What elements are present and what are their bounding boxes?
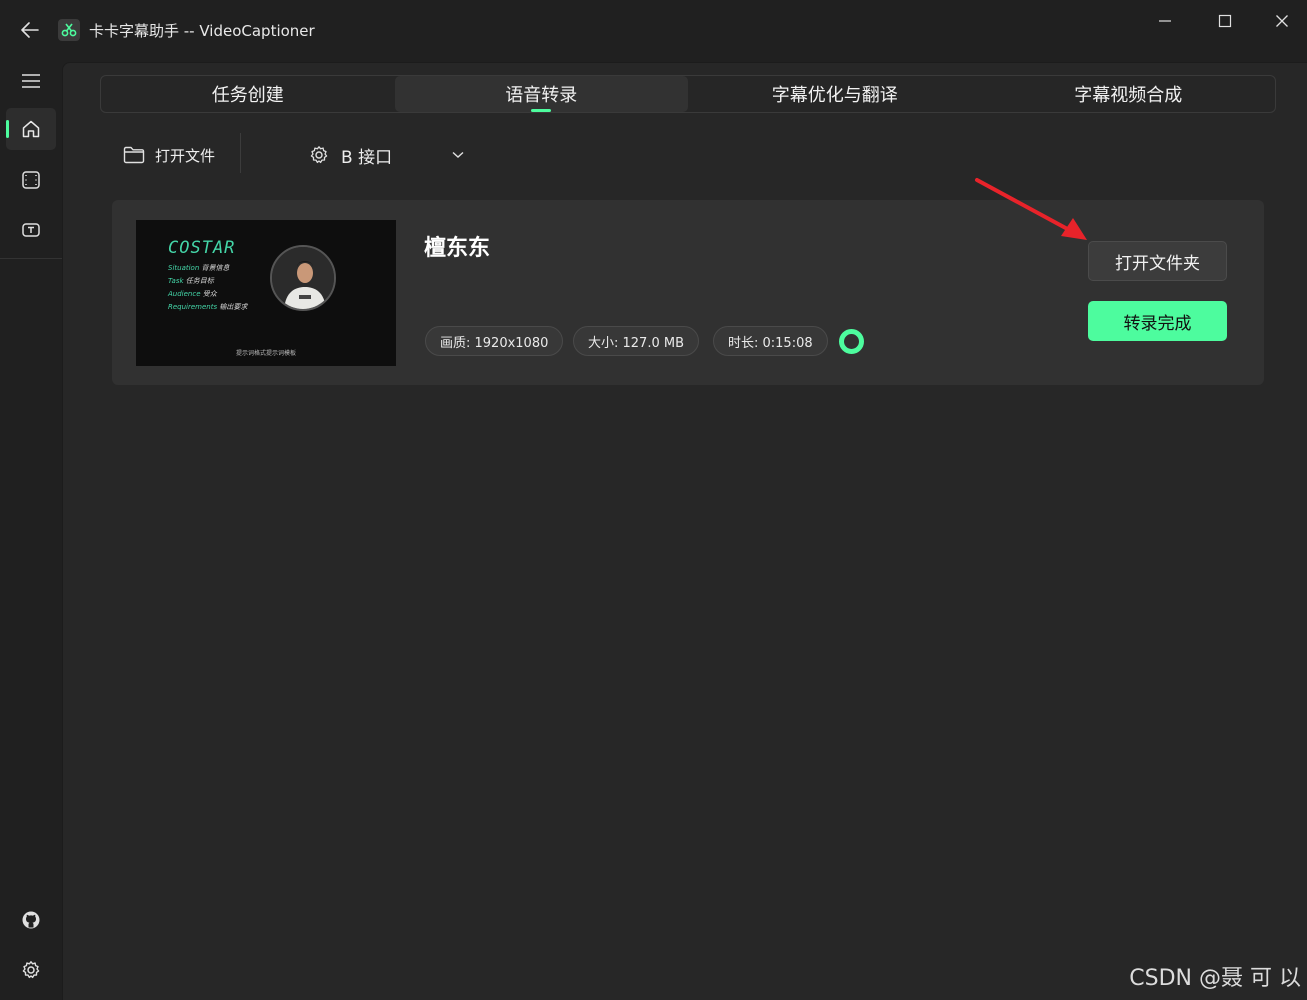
thumbnail-person-avatar [270, 245, 336, 311]
active-tab-indicator [531, 109, 552, 112]
engine-select[interactable]: B 接口 [309, 139, 464, 171]
back-button[interactable] [14, 16, 46, 44]
chevron-down-icon [452, 151, 464, 158]
maximize-icon [1218, 14, 1232, 28]
sidebar-item-video[interactable] [6, 159, 56, 201]
watermark-text: CSDN @聂 可 以 [1129, 966, 1301, 991]
home-icon [22, 120, 40, 138]
film-icon [22, 171, 40, 189]
transcription-complete-button[interactable]: 转录完成 [1088, 301, 1227, 341]
arrow-left-icon [21, 22, 39, 38]
sidebar-item-home[interactable] [6, 108, 56, 150]
github-button[interactable] [6, 899, 56, 941]
text-box-icon [22, 223, 40, 237]
active-nav-indicator [6, 120, 9, 138]
video-title: 檀东东 [424, 236, 491, 261]
thumbnail-lines: Situation 背景信息 Task 任务目标 Audience 受众 Req… [168, 264, 248, 311]
tab-task-create[interactable]: 任务创建 [101, 76, 395, 112]
sidebar-divider [0, 258, 62, 259]
tab-subtitle-optimize[interactable]: 字幕优化与翻译 [688, 76, 982, 112]
minimize-icon [1159, 20, 1171, 22]
thumbnail-heading: COSTAR [168, 238, 236, 258]
progress-ring-icon [839, 329, 864, 354]
maximize-button[interactable] [1202, 8, 1248, 34]
tab-label: 任务创建 [211, 85, 284, 106]
open-file-label: 打开文件 [155, 146, 216, 165]
open-folder-button[interactable]: 打开文件夹 [1088, 241, 1227, 281]
close-icon [1276, 15, 1288, 27]
window-title: 卡卡字幕助手 -- VideoCaptioner [89, 22, 315, 40]
gear-icon [310, 146, 328, 164]
open-file-button[interactable]: 打开文件 [123, 139, 215, 171]
resolution-badge: 画质: 1920x1080 [425, 326, 564, 356]
tab-transcription[interactable]: 语音转录 [394, 76, 688, 112]
main-content: 任务创建 语音转录 字幕优化与翻译 字幕视频合成 打开文件 B 接口 COSTA… [62, 62, 1307, 1000]
minimize-button[interactable] [1142, 8, 1188, 34]
gear-icon [22, 961, 40, 979]
folder-icon [123, 146, 145, 164]
tab-label: 字幕视频合成 [1074, 85, 1183, 106]
tab-label: 字幕优化与翻译 [771, 85, 898, 106]
app-logo-icon [58, 19, 80, 41]
file-size-badge: 大小: 127.0 MB [573, 326, 699, 356]
title-bar: 卡卡字幕助手 -- VideoCaptioner [0, 0, 1307, 62]
tab-label: 语音转录 [505, 85, 578, 106]
duration-badge: 时长: 0:15:08 [713, 326, 828, 356]
close-window-button[interactable] [1259, 8, 1305, 34]
sidebar-item-subtitle[interactable] [6, 209, 56, 251]
settings-button[interactable] [6, 949, 56, 991]
hamburger-menu-icon [22, 74, 40, 88]
tab-bar: 任务创建 语音转录 字幕优化与翻译 字幕视频合成 [100, 75, 1276, 113]
thumbnail-footer: 提示词格式提示词模板 [235, 350, 296, 357]
menu-toggle-button[interactable] [6, 60, 56, 102]
navigation-sidebar [0, 62, 62, 1000]
toolbar-divider [240, 133, 241, 173]
tab-video-synthesis[interactable]: 字幕视频合成 [982, 76, 1276, 112]
annotation-arrow-icon [975, 178, 1087, 240]
github-icon [22, 911, 40, 929]
engine-label: B 接口 [341, 147, 393, 168]
video-thumbnail: COSTAR Situation 背景信息 Task 任务目标 Audience… [136, 220, 396, 366]
